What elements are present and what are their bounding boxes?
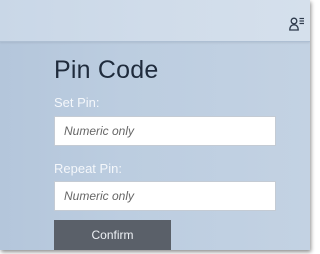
confirm-button[interactable]: Confirm <box>54 220 171 250</box>
page-title: Pin Code <box>54 56 159 84</box>
repeat-pin-input[interactable] <box>54 181 276 211</box>
repeat-pin-label: Repeat Pin: <box>54 161 122 176</box>
user-settings-icon <box>289 17 304 31</box>
set-pin-label: Set Pin: <box>54 95 100 110</box>
pin-code-window: Pin Code Set Pin: Repeat Pin: Confirm <box>0 0 310 250</box>
top-bar <box>0 0 310 42</box>
user-settings-button[interactable] <box>286 14 308 34</box>
set-pin-input[interactable] <box>54 116 276 146</box>
